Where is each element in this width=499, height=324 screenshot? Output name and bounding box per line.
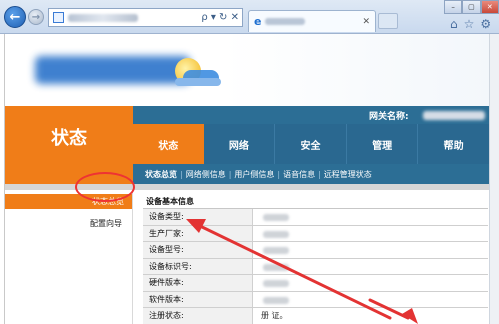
router-admin-page: 状态 网关名称: 状态 网络 安全 管理 帮助 状态总览 | 网络侧信息 | 用… — [4, 34, 490, 324]
registration-status-value: 册 证。 — [261, 311, 288, 320]
row-label: 设备标识号: — [143, 258, 253, 274]
row-label: 注册状态: — [143, 308, 253, 324]
tab-network[interactable]: 网络 — [204, 124, 276, 164]
new-tab-button[interactable] — [378, 13, 398, 29]
back-arrow-icon: ← — [9, 9, 21, 25]
value-redacted — [263, 280, 289, 287]
vertical-scrollbar[interactable] — [489, 34, 499, 324]
favorites-icon[interactable]: ☆ — [464, 17, 475, 31]
table-row: 注册状态: 册 证。 — [143, 308, 488, 324]
close-window-button[interactable]: ✕ — [480, 0, 499, 14]
table-row: 硬件版本: — [143, 275, 488, 292]
page-title: 状态 — [51, 128, 87, 149]
back-button[interactable]: ← — [4, 6, 26, 28]
home-icon[interactable]: ⌂ — [450, 17, 458, 31]
row-label: 设备型号: — [143, 242, 253, 258]
row-label: 生产厂家: — [143, 225, 253, 241]
subnav-voice-info[interactable]: 语音信息 — [283, 169, 315, 180]
cloud-base-icon — [175, 78, 221, 86]
forward-arrow-icon: → — [31, 11, 41, 23]
logo-redacted — [35, 56, 190, 84]
subnav-separator: | — [180, 169, 183, 179]
tab-management[interactable]: 管理 — [347, 124, 419, 164]
subnav-user-info[interactable]: 用户侧信息 — [234, 169, 274, 180]
browser-toolbar: ← → ρ ▾ ↻ ✕ e ✕ – ▢ ✕ ⌂ ☆ ⚙ — [0, 0, 499, 34]
table-row: 设备标识号: — [143, 258, 488, 275]
left-menu: 状态总览 配置向导 — [5, 190, 133, 324]
value-redacted — [263, 214, 289, 221]
tab-security[interactable]: 安全 — [275, 124, 347, 164]
subnav-overview[interactable]: 状态总览 — [145, 169, 177, 180]
sub-navigation: 状态总览 | 网络侧信息 | 用户侧信息 | 语音信息 | 远程管理状态 — [133, 164, 490, 184]
settings-icon[interactable]: ⚙ — [480, 17, 491, 31]
section-title: 设备基本信息 — [143, 194, 488, 209]
address-bar[interactable]: ρ ▾ ↻ ✕ — [48, 8, 243, 27]
value-redacted — [263, 263, 289, 271]
table-row: 软件版本: — [143, 291, 488, 308]
subnav-remote-mgmt[interactable]: 远程管理状态 — [324, 169, 372, 180]
value-redacted — [263, 296, 289, 304]
browser-right-icons: ⌂ ☆ ⚙ — [450, 17, 491, 31]
gateway-name-redacted — [423, 111, 485, 120]
row-label: 设备类型: — [143, 209, 253, 225]
table-row: 设备型号: — [143, 242, 488, 259]
maximize-button[interactable]: ▢ — [462, 0, 481, 14]
tab-close-icon[interactable]: ✕ — [362, 17, 370, 27]
value-redacted — [263, 230, 289, 238]
subnav-network-info[interactable]: 网络侧信息 — [186, 169, 226, 180]
value-redacted — [263, 247, 289, 254]
row-label: 硬件版本: — [143, 275, 253, 291]
device-info-table: 设备基本信息 设备类型: 生产厂家: 设备型号: 设备标识号: 硬件版本: 软件… — [143, 194, 488, 324]
subnav-separator: | — [318, 169, 321, 179]
forward-button[interactable]: → — [28, 9, 44, 25]
window-controls: – ▢ ✕ — [444, 0, 499, 14]
tab-help[interactable]: 帮助 — [418, 124, 490, 164]
main-tabs: 状态 网络 安全 管理 帮助 — [133, 124, 490, 164]
subnav-separator: | — [277, 169, 281, 179]
page-icon — [53, 12, 64, 23]
ie-icon: e — [254, 15, 262, 28]
tab-title-redacted — [265, 18, 306, 25]
browser-tab[interactable]: e ✕ — [248, 10, 376, 32]
table-row: 设备类型: — [143, 209, 488, 226]
gateway-name-bar: 网关名称: — [133, 106, 490, 124]
minimize-button[interactable]: – — [444, 0, 463, 14]
banner — [5, 34, 490, 106]
subnav-separator: | — [228, 169, 232, 179]
annotation-circle — [75, 172, 135, 202]
tab-status[interactable]: 状态 — [133, 124, 204, 164]
address-tools[interactable]: ρ ▾ ↻ ✕ — [201, 12, 239, 23]
row-label: 软件版本: — [143, 291, 253, 307]
address-text-redacted — [68, 13, 138, 22]
left-menu-config-wizard[interactable]: 配置向导 — [90, 218, 122, 229]
table-row: 生产厂家: — [143, 225, 488, 242]
gateway-name-label: 网关名称: — [369, 112, 409, 122]
